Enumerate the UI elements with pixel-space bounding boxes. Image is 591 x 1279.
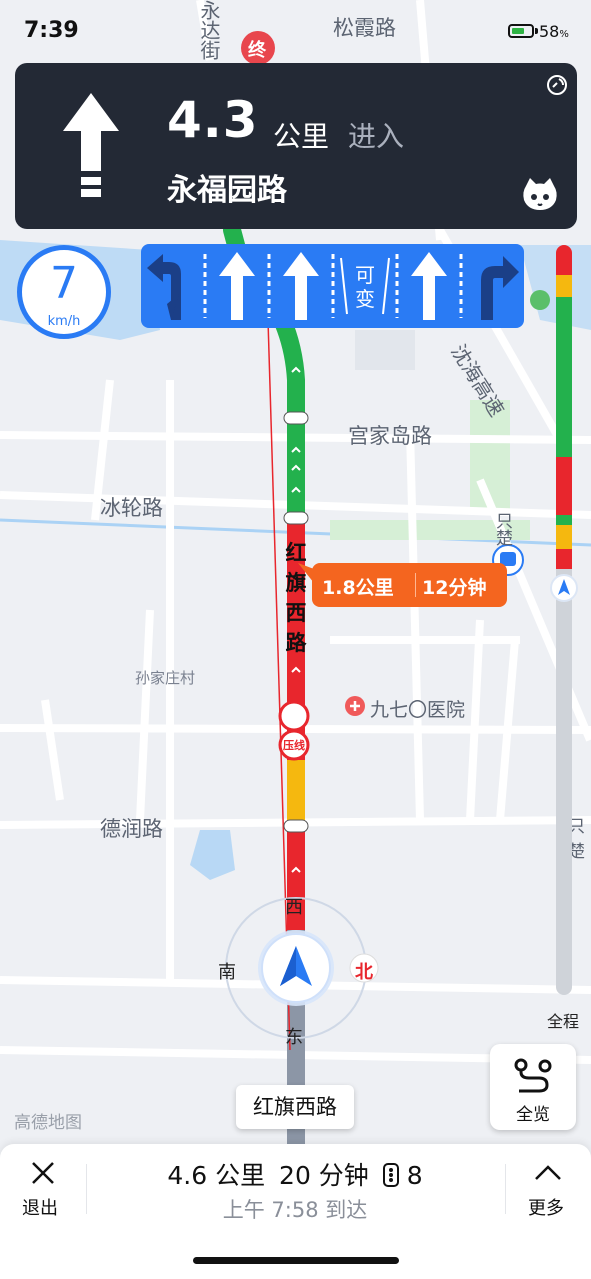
map-label-yongda-street: 永达街: [197, 0, 221, 60]
compass-south: 南: [218, 962, 236, 983]
more-label: 更多: [528, 1198, 564, 1219]
map-label-gongjiadao-road: 宫家岛路: [348, 424, 432, 448]
traffic-light-count: 8: [406, 1161, 423, 1190]
sound-icon[interactable]: [545, 73, 569, 97]
map-label-derun-road: 德润路: [100, 817, 163, 841]
callout-time: 12分钟: [422, 577, 487, 599]
route-segment-callout[interactable]: 1.8公里 12分钟: [298, 563, 507, 607]
home-indicator[interactable]: [193, 1257, 399, 1264]
lane-straight-icon: [219, 252, 255, 320]
maneuver-distance: 4.3: [167, 91, 259, 149]
destination-marker[interactable]: 终: [248, 36, 266, 62]
navigation-banner[interactable]: 4.3 公里 进入 永福园路: [15, 63, 577, 229]
map-label-zhichu: 只楚: [492, 512, 512, 546]
battery-icon: [508, 24, 534, 38]
lane-guidance-panel: 可 变: [141, 244, 524, 328]
route-road-char: 西: [285, 601, 307, 625]
battery-percent: 58%: [539, 22, 569, 41]
progress-segment-green: [556, 297, 572, 457]
lane-left-uturn-icon: [147, 254, 181, 320]
callout-divider: [415, 573, 416, 597]
voice-assistant-icon[interactable]: [520, 176, 560, 212]
progress-segment-orange: [556, 525, 572, 549]
compass-north: 北: [355, 962, 373, 983]
compass-east: 东: [285, 1027, 303, 1048]
lane-straight-icon: [283, 252, 319, 320]
callout-distance: 1.8公里: [322, 577, 394, 599]
chevron-up-icon: [535, 1165, 561, 1180]
map-label-binglun-road: 冰轮路: [100, 496, 163, 520]
compass-west: 西: [285, 897, 303, 918]
map-label-songxia-road: 松霞路: [333, 16, 396, 40]
remaining-distance: 4.6 公里: [167, 1161, 266, 1190]
route-overview-icon: [514, 1058, 552, 1093]
progress-segment-red: [556, 457, 572, 515]
traffic-light-icon: [382, 1163, 399, 1187]
divider: [86, 1164, 87, 1214]
straight-arrow-icon: [63, 93, 119, 197]
close-icon: [32, 1162, 54, 1184]
route-progress-bar: [556, 245, 572, 995]
more-button[interactable]: 更多: [505, 1144, 591, 1234]
remaining-time: 20 分钟: [279, 1161, 369, 1190]
navigation-arrow-icon: [280, 946, 312, 986]
progress-segment-green: [556, 515, 572, 525]
speed-unit: km/h: [47, 314, 81, 329]
battery-tip: [535, 28, 538, 34]
exit-label: 退出: [22, 1198, 58, 1219]
route-road-char: 路: [285, 631, 307, 655]
lane-straight-icon: [411, 252, 447, 320]
battery-value: 58: [539, 22, 560, 41]
lane-right-icon: [481, 256, 519, 320]
eta: 上午 7:58 到达: [222, 1198, 368, 1222]
progress-segment-red: [556, 549, 572, 569]
camera-label: 压线: [283, 739, 305, 752]
speed-indicator: 7 km/h: [17, 245, 111, 339]
map-label-hospital: 九七〇医院: [370, 699, 466, 721]
progress-full-route-label: 全程: [547, 1012, 580, 1031]
svg-text:可: 可: [355, 263, 375, 287]
speed-value: 7: [50, 258, 78, 309]
amap-logo: 高德地图: [14, 1113, 82, 1133]
maneuver-action: 进入: [348, 120, 405, 153]
map-label-sunjiazhuang-village: 孙家庄村: [135, 669, 196, 687]
progress-segment-orange: [556, 275, 572, 297]
overview-label: 全览: [516, 1105, 550, 1125]
progress-segment-red: [556, 245, 572, 275]
status-time: 7:39: [24, 18, 79, 43]
progress-position-icon: [550, 574, 578, 602]
exit-button[interactable]: 退出: [0, 1144, 86, 1234]
callout-pointer: [298, 563, 314, 583]
maneuver-distance-unit: 公里: [273, 120, 330, 153]
battery-unit: %: [559, 29, 569, 40]
lane-guidance-graphic: 可 变: [147, 252, 519, 320]
overview-button[interactable]: 全览: [490, 1044, 576, 1130]
svg-text:变: 变: [355, 287, 375, 311]
current-road-label: 红旗西路: [236, 1085, 354, 1129]
next-road-name: 永福园路: [167, 173, 287, 208]
trip-summary[interactable]: 4.6 公里 20 分钟 8: [150, 1156, 440, 1192]
